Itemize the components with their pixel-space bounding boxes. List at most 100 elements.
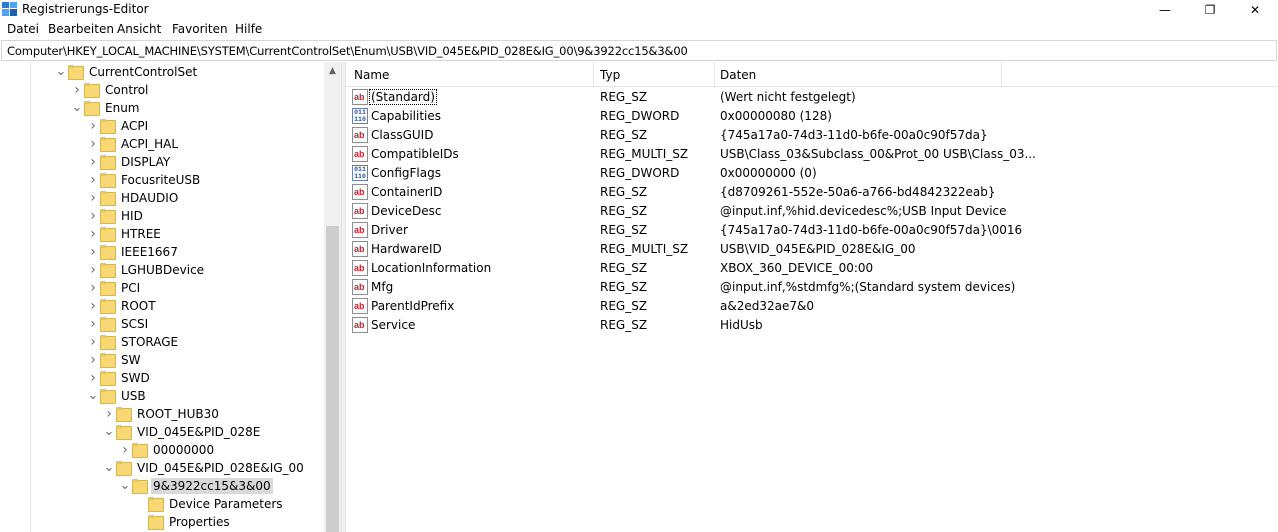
value-name-cell[interactable]: ab CompatibleIDs (352, 146, 460, 162)
chevron-right-icon[interactable]: › (86, 135, 100, 153)
value-row[interactable]: ab ParentIdPrefix REG_SZ a&2ed32ae7&0 (346, 297, 1278, 316)
tree-node[interactable]: ⌄ CurrentControlSet (54, 63, 199, 81)
menu-favoriten[interactable]: Favoriten (172, 22, 228, 36)
tree-node[interactable]: › DISPLAY (86, 153, 172, 171)
tree-node[interactable]: › ACPI (86, 117, 150, 135)
scroll-up-icon[interactable]: ▲ (324, 62, 341, 79)
tree-node[interactable]: › 00000000 (118, 441, 216, 459)
menu-bearbeiten[interactable]: Bearbeiten (48, 22, 114, 36)
tree-node-label[interactable]: STORAGE (119, 334, 180, 350)
tree-node-label[interactable]: ACPI (119, 118, 150, 134)
menu-datei[interactable]: Datei (7, 22, 39, 36)
tree-node-label[interactable]: PCI (119, 280, 142, 296)
chevron-right-icon[interactable]: › (86, 225, 100, 243)
chevron-down-icon[interactable]: ⌄ (102, 423, 116, 441)
tree-node[interactable]: › LGHUBDevice (86, 261, 206, 279)
value-name-cell[interactable]: ab Service (352, 317, 416, 333)
column-header-name[interactable]: Name (354, 68, 389, 82)
value-row[interactable]: ab Mfg REG_SZ @input.inf,%stdmfg%;(Standard… (346, 278, 1278, 297)
value-row[interactable]: ab Driver REG_SZ {745a17a0-74d3-11d0-b6fe-0… (346, 221, 1278, 240)
value-name-cell[interactable]: ab ParentIdPrefix (352, 298, 455, 314)
tree-node[interactable]: › Control (70, 81, 150, 99)
tree-node-label[interactable]: CurrentControlSet (87, 64, 199, 80)
value-name-cell[interactable]: ab (Standard) (352, 89, 437, 105)
tree-node-label[interactable]: VID_045E&PID_028E (135, 424, 262, 440)
tree-node-label[interactable]: Properties (167, 514, 232, 530)
chevron-right-icon[interactable]: › (118, 441, 132, 459)
tree-node-label[interactable]: SCSI (119, 316, 150, 332)
value-name-cell[interactable]: ab Mfg (352, 279, 394, 295)
tree-node-label[interactable]: FocusriteUSB (119, 172, 202, 188)
tree-node-label[interactable]: ACPI_HAL (119, 136, 180, 152)
value-row[interactable]: ab HardwareID REG_MULTI_SZ USB\VID_045E&PID… (346, 240, 1278, 259)
chevron-right-icon[interactable]: › (86, 153, 100, 171)
maximize-button[interactable]: ❐ (1187, 0, 1233, 19)
tree-node[interactable]: Device Parameters (134, 495, 285, 513)
column-divider[interactable] (1001, 62, 1002, 87)
tree-node[interactable]: ⌄ Enum (70, 99, 141, 117)
value-row[interactable]: ab LocationInformation REG_SZ XBOX_360_DEVI… (346, 259, 1278, 278)
chevron-right-icon[interactable]: › (86, 243, 100, 261)
tree-node-label[interactable]: SWD (119, 370, 152, 386)
address-path[interactable]: Computer\HKEY_LOCAL_MACHINE\SYSTEM\Curre… (7, 44, 688, 58)
chevron-down-icon[interactable]: ⌄ (70, 99, 84, 117)
tree-node[interactable]: › HID (86, 207, 145, 225)
tree-node-label[interactable]: VID_045E&PID_028E&IG_00 (135, 460, 306, 476)
value-name-cell[interactable]: 011 110 ConfigFlags (352, 165, 442, 181)
value-name-cell[interactable]: 011 110 Capabilities (352, 108, 442, 124)
value-row[interactable]: ab ClassGUID REG_SZ {745a17a0-74d3-11d0-b6f… (346, 126, 1278, 145)
tree-node[interactable]: › ACPI_HAL (86, 135, 180, 153)
tree-node-label[interactable]: IEEE1667 (119, 244, 180, 260)
tree-scrollbar[interactable]: ▲ (324, 62, 341, 532)
chevron-right-icon[interactable]: › (86, 261, 100, 279)
chevron-right-icon[interactable]: › (70, 81, 84, 99)
tree-node-label[interactable]: Enum (103, 100, 141, 116)
chevron-right-icon[interactable]: › (86, 207, 100, 225)
chevron-right-icon[interactable]: › (86, 351, 100, 369)
tree-node-label[interactable]: ROOT (119, 298, 158, 314)
tree-node[interactable]: › IEEE1667 (86, 243, 180, 261)
chevron-right-icon[interactable]: › (86, 333, 100, 351)
column-divider[interactable] (714, 62, 715, 87)
chevron-right-icon[interactable]: › (86, 171, 100, 189)
tree-node[interactable]: Properties (134, 513, 232, 531)
value-row[interactable]: ab CompatibleIDs REG_MULTI_SZ USB\Class_03&… (346, 145, 1278, 164)
value-row[interactable]: ab Service REG_SZ HidUsb (346, 316, 1278, 335)
value-name-cell[interactable]: ab LocationInformation (352, 260, 492, 276)
tree-node[interactable]: › SCSI (86, 315, 150, 333)
value-row[interactable]: 011 110 Capabilities REG_DWORD 0x00000080 (1… (346, 107, 1278, 126)
value-row[interactable]: ab DeviceDesc REG_SZ @input.inf,%hid.device… (346, 202, 1278, 221)
key-tree[interactable]: ⌄ CurrentControlSet › Control ⌄ Enum › ACPI › ACP… (0, 62, 341, 532)
address-bar[interactable]: Computer\HKEY_LOCAL_MACHINE\SYSTEM\Curre… (1, 40, 1277, 61)
close-button[interactable]: ✕ (1232, 0, 1278, 19)
chevron-down-icon[interactable]: ⌄ (54, 63, 68, 81)
tree-node-label[interactable]: Device Parameters (167, 496, 285, 512)
chevron-right-icon[interactable]: › (86, 369, 100, 387)
tree-node[interactable]: › FocusriteUSB (86, 171, 202, 189)
tree-node[interactable]: ⌄ VID_045E&PID_028E&IG_00 (102, 459, 306, 477)
tree-node-label[interactable]: HID (119, 208, 145, 224)
menu-hilfe[interactable]: Hilfe (235, 22, 262, 36)
value-list[interactable]: Name Typ Daten ab (Standard) REG_SZ (Wert n… (346, 62, 1278, 532)
tree-node[interactable]: › STORAGE (86, 333, 180, 351)
tree-node-label[interactable]: HDAUDIO (119, 190, 180, 206)
chevron-right-icon[interactable]: › (86, 279, 100, 297)
chevron-down-icon[interactable]: ⌄ (86, 387, 100, 405)
column-header-data[interactable]: Daten (720, 68, 756, 82)
value-name-cell[interactable]: ab HardwareID (352, 241, 443, 257)
chevron-right-icon[interactable]: › (86, 117, 100, 135)
tree-node-label[interactable]: HTREE (119, 226, 163, 242)
column-divider[interactable] (593, 62, 594, 87)
tree-node-label[interactable]: Control (103, 82, 150, 98)
tree-node[interactable]: › PCI (86, 279, 142, 297)
tree-node-label[interactable]: USB (119, 388, 148, 404)
tree-node-label[interactable]: 9&3922cc15&3&00 (151, 478, 273, 494)
chevron-right-icon[interactable]: › (86, 315, 100, 333)
value-row[interactable]: ab ContainerID REG_SZ {d8709261-552e-50a6-a… (346, 183, 1278, 202)
tree-node[interactable]: › SWD (86, 369, 152, 387)
chevron-right-icon[interactable]: › (102, 405, 116, 423)
title-bar[interactable]: Registrierungs-Editor — ❐ ✕ (0, 0, 1278, 19)
chevron-right-icon[interactable]: › (86, 189, 100, 207)
chevron-down-icon[interactable]: ⌄ (118, 477, 132, 495)
value-name-cell[interactable]: ab Driver (352, 222, 409, 238)
